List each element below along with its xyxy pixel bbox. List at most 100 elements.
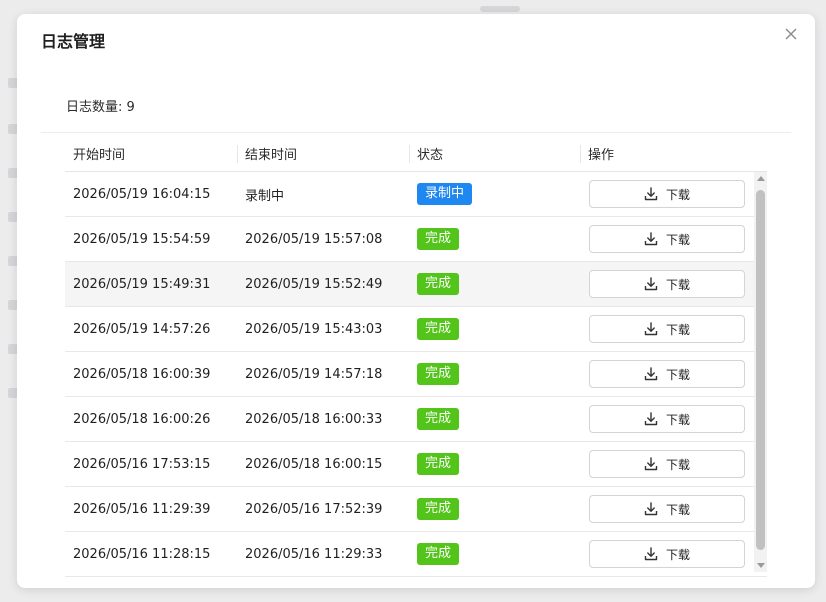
- end-time-cell: 2026/05/16 17:52:39: [245, 501, 383, 517]
- end-time-cell: 2026/05/19 15:52:49: [245, 276, 383, 292]
- column-header-start-time: 开始时间: [73, 148, 126, 163]
- scroll-up-arrow[interactable]: [757, 176, 765, 181]
- end-time-cell: 2026/05/18 16:00:33: [245, 411, 383, 427]
- scrollbar-thumb[interactable]: [756, 190, 765, 550]
- table-row: 2026/05/18 16:00:26 2026/05/18 16:00:33 …: [65, 397, 767, 442]
- status-badge: 录制中: [417, 183, 473, 205]
- divider: [41, 132, 791, 133]
- download-icon: [644, 322, 658, 336]
- action-cell: 下载: [580, 225, 758, 253]
- download-icon: [644, 412, 658, 426]
- download-button[interactable]: 下载: [589, 180, 745, 208]
- download-button[interactable]: 下载: [589, 315, 745, 343]
- download-button[interactable]: 下载: [589, 360, 745, 388]
- status-cell: 录制中: [409, 183, 580, 205]
- status-cell: 完成: [409, 408, 580, 430]
- close-icon: [785, 28, 797, 40]
- status-badge: 完成: [417, 228, 460, 250]
- status-cell: 完成: [409, 453, 580, 475]
- download-label: 下载: [665, 187, 690, 202]
- end-time-cell: 2026/05/18 16:00:15: [245, 456, 383, 472]
- start-time-cell: 2026/05/16 11:29:39: [73, 501, 211, 517]
- download-button[interactable]: 下载: [589, 450, 745, 478]
- download-button[interactable]: 下载: [589, 495, 745, 523]
- download-label: 下载: [665, 232, 690, 247]
- start-time-cell: 2026/05/19 16:04:15: [73, 186, 211, 202]
- log-table: 开始时间 结束时间 状态 操作 2026/05/19 16:04:15 录制中 …: [65, 136, 767, 577]
- download-icon: [644, 187, 658, 201]
- action-cell: 下载: [580, 180, 758, 208]
- download-icon: [644, 547, 658, 561]
- end-time-cell: 2026/05/19 14:57:18: [245, 366, 383, 382]
- start-time-cell: 2026/05/18 16:00:39: [73, 366, 211, 382]
- table-row: 2026/05/16 17:53:15 2026/05/18 16:00:15 …: [65, 442, 767, 487]
- status-badge: 完成: [417, 318, 460, 340]
- download-button[interactable]: 下载: [589, 540, 745, 568]
- column-header-action: 操作: [580, 136, 758, 171]
- table-row: 2026/05/19 15:54:59 2026/05/19 15:57:08 …: [65, 217, 767, 262]
- table-row: 2026/05/19 15:49:31 2026/05/19 15:52:49 …: [65, 262, 767, 307]
- start-time-cell: 2026/05/16 17:53:15: [73, 456, 211, 472]
- action-cell: 下载: [580, 315, 758, 343]
- table-header: 开始时间 结束时间 状态 操作: [65, 136, 767, 172]
- scroll-down-arrow[interactable]: [757, 563, 765, 568]
- action-cell: 下载: [580, 450, 758, 478]
- status-badge: 完成: [417, 498, 460, 520]
- status-badge: 完成: [417, 363, 460, 385]
- status-cell: 完成: [409, 273, 580, 295]
- status-cell: 完成: [409, 543, 580, 565]
- status-badge: 完成: [417, 453, 460, 475]
- background-toolbar-mark: [480, 6, 520, 12]
- status-cell: 完成: [409, 498, 580, 520]
- dialog-title: 日志管理: [41, 32, 106, 51]
- action-cell: 下载: [580, 360, 758, 388]
- scrollbar[interactable]: [754, 172, 767, 572]
- table-row: 2026/05/16 11:29:39 2026/05/16 17:52:39 …: [65, 487, 767, 532]
- download-label: 下载: [665, 547, 690, 562]
- start-time-cell: 2026/05/16 11:28:15: [73, 546, 211, 562]
- end-time-cell: 2026/05/19 15:43:03: [245, 321, 383, 337]
- table-row: 2026/05/16 11:28:15 2026/05/16 11:29:33 …: [65, 532, 767, 577]
- table-body: 2026/05/19 16:04:15 录制中 录制中 下载 2026/05/1…: [65, 172, 767, 577]
- status-badge: 完成: [417, 408, 460, 430]
- download-button[interactable]: 下载: [589, 405, 745, 433]
- status-cell: 完成: [409, 228, 580, 250]
- status-badge: 完成: [417, 543, 460, 565]
- log-count: 日志数量: 9: [66, 96, 135, 115]
- action-cell: 下载: [580, 270, 758, 298]
- download-icon: [644, 277, 658, 291]
- table-row: 2026/05/19 14:57:26 2026/05/19 15:43:03 …: [65, 307, 767, 352]
- start-time-cell: 2026/05/19 14:57:26: [73, 321, 211, 337]
- column-header-end-time: 结束时间: [237, 136, 409, 171]
- start-time-cell: 2026/05/18 16:00:26: [73, 411, 211, 427]
- download-icon: [644, 457, 658, 471]
- end-time-cell: 2026/05/16 11:29:33: [245, 546, 383, 562]
- download-icon: [644, 367, 658, 381]
- download-icon: [644, 502, 658, 516]
- start-time-cell: 2026/05/19 15:49:31: [73, 276, 211, 292]
- start-time-cell: 2026/05/19 15:54:59: [73, 231, 211, 247]
- status-cell: 完成: [409, 318, 580, 340]
- action-cell: 下载: [580, 540, 758, 568]
- status-cell: 完成: [409, 363, 580, 385]
- download-label: 下载: [665, 277, 690, 292]
- download-button[interactable]: 下载: [589, 225, 745, 253]
- download-button[interactable]: 下载: [589, 270, 745, 298]
- download-label: 下载: [665, 367, 690, 382]
- log-count-label: 日志数量: 9: [66, 100, 135, 115]
- download-label: 下载: [665, 457, 690, 472]
- end-time-cell: 2026/05/19 15:57:08: [245, 231, 383, 247]
- log-management-dialog: 日志管理 日志数量: 9 开始时间 结束时间 状态 操作 2026/05/19 …: [17, 14, 815, 588]
- close-button[interactable]: [781, 24, 801, 44]
- status-badge: 完成: [417, 273, 460, 295]
- table-row: 2026/05/19 16:04:15 录制中 录制中 下载: [65, 172, 767, 217]
- download-label: 下载: [665, 322, 690, 337]
- table-row: 2026/05/18 16:00:39 2026/05/19 14:57:18 …: [65, 352, 767, 397]
- download-icon: [644, 232, 658, 246]
- download-label: 下载: [665, 502, 690, 517]
- action-cell: 下载: [580, 495, 758, 523]
- column-header-status: 状态: [409, 136, 580, 171]
- download-label: 下载: [665, 412, 690, 427]
- action-cell: 下载: [580, 405, 758, 433]
- end-time-cell: 录制中: [245, 188, 285, 204]
